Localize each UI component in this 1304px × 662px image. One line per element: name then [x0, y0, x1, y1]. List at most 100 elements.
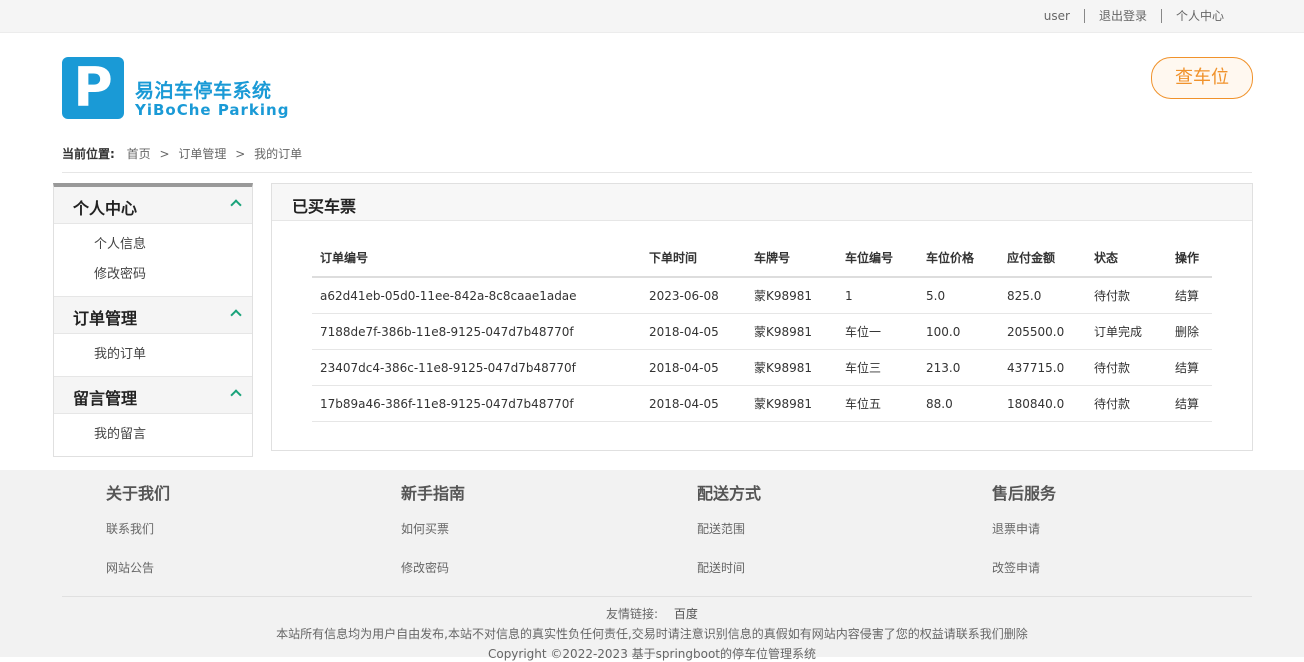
sidebar-list: 我的留言 [54, 414, 252, 456]
friend-link-baidu[interactable]: 百度 [674, 607, 698, 621]
footer-column-delivery: 配送方式 配送范围 配送时间 [697, 480, 761, 576]
amount-due-cell: 205500.0 [999, 313, 1086, 350]
order-id-cell: a62d41eb-05d0-11ee-842a-8c8caae1adae [312, 277, 641, 314]
spot-number-cell: 车位五 [837, 385, 918, 422]
divider [62, 596, 1252, 597]
footer-column-title: 售后服务 [992, 484, 1057, 503]
plate-cell: 蒙K98981 [746, 349, 837, 386]
status-badge: 待付款 [1086, 277, 1167, 314]
breadcrumb-separator: > [235, 147, 246, 161]
status-badge: 订单完成 [1086, 313, 1167, 350]
breadcrumb-home[interactable]: 首页 [127, 147, 151, 161]
breadcrumb: 当前位置: 首页 > 订单管理 > 我的订单 [62, 145, 302, 162]
spot-number-cell: 车位三 [837, 349, 918, 386]
friend-links: 友情链接: 百度 [0, 605, 1304, 622]
column-header: 下单时间 [641, 238, 746, 278]
sidebar-group-personal-center[interactable]: 个人中心 [54, 187, 252, 224]
sidebar-group-title: 订单管理 [73, 309, 138, 328]
order-time-cell: 2018-04-05 [641, 385, 746, 422]
table-row: 17b89a46-386f-11e8-9125-047d7b48770f 201… [312, 385, 1212, 422]
brand-name: 易泊车停车系统 [135, 80, 272, 102]
column-header: 车牌号 [746, 238, 837, 278]
footer-column-after-sales: 售后服务 退票申请 改签申请 [992, 480, 1056, 576]
footer-column-guide: 新手指南 如何买票 修改密码 [401, 480, 465, 576]
checkout-button[interactable]: 结算 [1167, 277, 1212, 314]
column-header: 车位编号 [837, 238, 918, 278]
status-badge: 待付款 [1086, 385, 1167, 422]
friend-links-label: 友情链接: [606, 607, 659, 621]
chevron-up-icon [230, 199, 242, 211]
panel-title: 已买车票 [292, 197, 357, 216]
order-time-cell: 2018-04-05 [641, 313, 746, 350]
spot-number-cell: 车位一 [837, 313, 918, 350]
sidebar-group-order-management[interactable]: 订单管理 [54, 297, 252, 334]
breadcrumb-my-orders[interactable]: 我的订单 [254, 147, 302, 161]
logout-link[interactable]: 退出登录 [1085, 9, 1161, 23]
plate-cell: 蒙K98981 [746, 385, 837, 422]
delete-button[interactable]: 删除 [1167, 313, 1212, 350]
order-time-cell: 2018-04-05 [641, 349, 746, 386]
breadcrumb-order-management[interactable]: 订单管理 [178, 147, 226, 161]
find-parking-button[interactable]: 查车位 [1151, 57, 1253, 99]
footer-link[interactable]: 网站公告 [106, 559, 170, 576]
footer-column-title: 新手指南 [401, 484, 466, 503]
chevron-up-icon [230, 389, 242, 401]
footer-column-title: 配送方式 [697, 484, 762, 503]
amount-due-cell: 437715.0 [999, 349, 1086, 386]
column-header: 状态 [1086, 238, 1167, 278]
order-id-cell: 7188de7f-386b-11e8-9125-047d7b48770f [312, 313, 641, 350]
footer-link[interactable]: 联系我们 [106, 520, 170, 537]
table-row: a62d41eb-05d0-11ee-842a-8c8caae1adae 202… [312, 277, 1212, 314]
spot-price-cell: 88.0 [918, 385, 999, 422]
column-header: 应付金额 [999, 238, 1086, 278]
amount-due-cell: 180840.0 [999, 385, 1086, 422]
profile-link[interactable]: 个人中心 [1162, 9, 1238, 23]
footer-link[interactable]: 修改密码 [401, 559, 465, 576]
sidebar-item-my-orders[interactable]: 我的订单 [54, 340, 252, 370]
breadcrumb-separator: > [159, 147, 170, 161]
order-time-cell: 2023-06-08 [641, 277, 746, 314]
logo-icon[interactable]: P [62, 57, 124, 119]
sidebar-list: 我的订单 [54, 334, 252, 377]
sidebar-item-change-password[interactable]: 修改密码 [54, 260, 252, 290]
table-header-row: 订单编号 下单时间 车牌号 车位编号 车位价格 应付金额 状态 操作 [312, 238, 1212, 278]
user-link[interactable]: user [1030, 9, 1084, 23]
spot-number-cell: 1 [837, 277, 918, 314]
column-header: 车位价格 [918, 238, 999, 278]
column-header: 订单编号 [312, 238, 641, 278]
footer: 关于我们 联系我们 网站公告 新手指南 如何买票 修改密码 配送方式 配送范围 … [0, 470, 1304, 661]
footer-column-title: 关于我们 [106, 484, 171, 503]
disclaimer: 本站所有信息均为用户自由发布,本站不对信息的真实性负任何责任,交易时请注意识别信… [276, 627, 1028, 641]
sidebar-group-title: 留言管理 [73, 389, 138, 408]
chevron-up-icon [230, 309, 242, 321]
panel-header: 已买车票 [272, 184, 1252, 221]
plate-cell: 蒙K98981 [746, 277, 837, 314]
sidebar-item-my-messages[interactable]: 我的留言 [54, 420, 252, 450]
footer-link[interactable]: 退票申请 [992, 520, 1056, 537]
divider [62, 172, 1252, 173]
spot-price-cell: 213.0 [918, 349, 999, 386]
order-id-cell: 23407dc4-386c-11e8-9125-047d7b48770f [312, 349, 641, 386]
footer-link[interactable]: 配送范围 [697, 520, 761, 537]
footer-link[interactable]: 如何买票 [401, 520, 465, 537]
orders-panel: 已买车票 订单编号 下单时间 车牌号 车位编号 车位价格 应付金额 状态 操作 … [271, 183, 1253, 451]
spot-price-cell: 100.0 [918, 313, 999, 350]
column-header: 操作 [1167, 238, 1212, 278]
footer-link[interactable]: 改签申请 [992, 559, 1056, 576]
sidebar: 个人中心 个人信息 修改密码 订单管理 我的订单 留言管理 我的留言 [53, 183, 253, 457]
copyright: Copyright ©2022-2023 基于springboot的停车位管理系… [487, 647, 817, 661]
sidebar-group-title: 个人中心 [73, 199, 138, 218]
brand-subtitle: YiBoChe Parking [135, 101, 290, 119]
status-badge: 待付款 [1086, 349, 1167, 386]
footer-link[interactable]: 配送时间 [697, 559, 761, 576]
orders-table: 订单编号 下单时间 车牌号 车位编号 车位价格 应付金额 状态 操作 a62d4… [312, 238, 1212, 422]
checkout-button[interactable]: 结算 [1167, 385, 1212, 422]
checkout-button[interactable]: 结算 [1167, 349, 1212, 386]
top-bar: user 退出登录 个人中心 [0, 0, 1304, 33]
amount-due-cell: 825.0 [999, 277, 1086, 314]
plate-cell: 蒙K98981 [746, 313, 837, 350]
order-id-cell: 17b89a46-386f-11e8-9125-047d7b48770f [312, 385, 641, 422]
sidebar-group-message-management[interactable]: 留言管理 [54, 377, 252, 414]
table-row: 7188de7f-386b-11e8-9125-047d7b48770f 201… [312, 313, 1212, 350]
sidebar-item-personal-info[interactable]: 个人信息 [54, 230, 252, 260]
